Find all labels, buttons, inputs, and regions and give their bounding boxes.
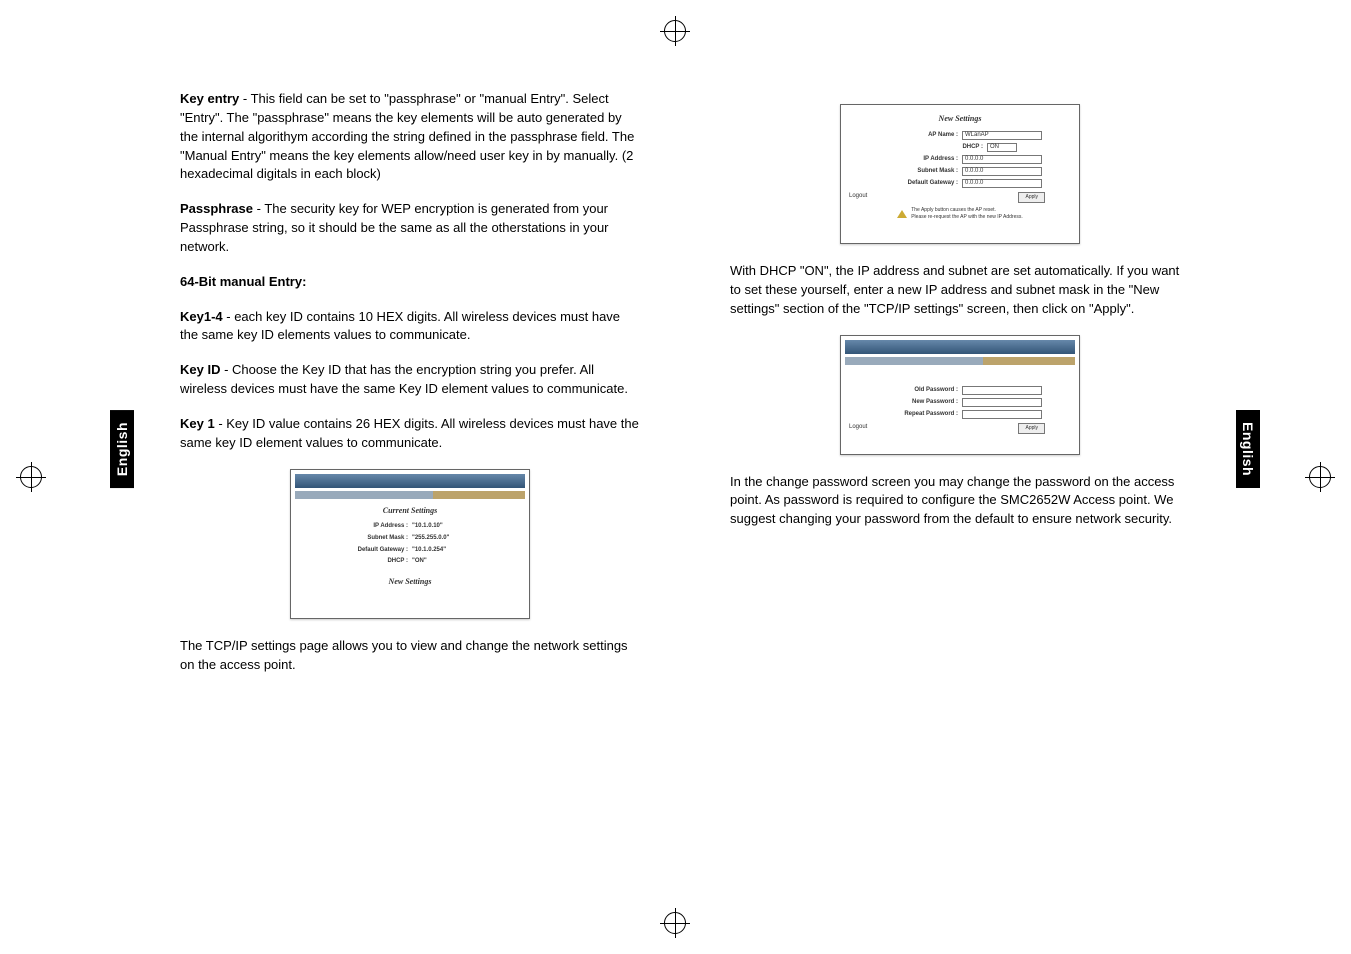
screenshot-change-password: Old Password : New Password : Repeat Pas… — [840, 335, 1080, 455]
warn-line1: The Apply button causes the AP reset. — [911, 207, 1023, 214]
row2-dhcp: DHCP : ON — [845, 143, 1075, 152]
row3-oldpw: Old Password : — [845, 386, 1075, 395]
lbl-apname: AP Name : — [878, 131, 958, 140]
screenshot-new-settings: New Settings AP Name : WLanAP DHCP : ON IP… — [840, 104, 1080, 244]
row-ip: IP Address : "10.1.0.10" — [295, 522, 525, 531]
row3-reppw: Repeat Password : — [845, 410, 1075, 419]
row-gateway: Default Gateway : "10.1.0.254" — [295, 546, 525, 555]
label-key1-4: Key1-4 — [180, 309, 223, 324]
lbl-dhcp: DHCP : — [328, 557, 408, 566]
lbl-oldpw: Old Password : — [878, 386, 958, 395]
text-key-id: - Choose the Key ID that has the encrypt… — [180, 362, 628, 396]
row2-ip: IP Address : 0.0.0.0 — [845, 155, 1075, 164]
apply-button: Apply — [1018, 192, 1045, 203]
val2-gateway: 0.0.0.0 — [962, 179, 1042, 188]
screenshot-heading-new: New Settings — [295, 576, 525, 588]
val2-ip: 0.0.0.0 — [962, 155, 1042, 164]
label-key-entry: Key entry — [180, 91, 239, 106]
lbl2-gateway: Default Gateway : — [878, 179, 958, 188]
val-gateway: "10.1.0.254" — [412, 546, 492, 555]
para-key-id: Key ID - Choose the Key ID that has the … — [180, 361, 640, 399]
language-tab-right: English — [1236, 410, 1260, 488]
para-passphrase: Passphrase - The security key for WEP en… — [180, 200, 640, 257]
val-reppw — [962, 410, 1042, 419]
para-dhcp-on: With DHCP "ON", the IP address and subne… — [730, 262, 1190, 319]
lbl-ip: IP Address : — [328, 522, 408, 531]
row-subnet: Subnet Mask : "255.255.0.0" — [295, 534, 525, 543]
para-key1-4: Key1-4 - each key ID contains 10 HEX dig… — [180, 308, 640, 346]
val2-dhcp: ON — [987, 143, 1017, 152]
screenshot3-tabs — [845, 357, 1075, 365]
lbl-gateway: Default Gateway : — [328, 546, 408, 555]
logout-link-3: Logout — [849, 423, 867, 432]
screenshot-heading-current: Current Settings — [295, 505, 525, 517]
val-ip: "10.1.0.10" — [412, 522, 492, 531]
lbl2-subnet: Subnet Mask : — [878, 167, 958, 176]
row2-apname: AP Name : WLanAP — [845, 131, 1075, 140]
para-tcpip-desc: The TCP/IP settings page allows you to v… — [180, 637, 640, 675]
left-page: English Key entry - This field can be se… — [110, 90, 670, 860]
warning: The Apply button causes the AP reset. Pl… — [845, 207, 1075, 222]
val-apname: WLanAP — [962, 131, 1042, 140]
left-content: Key entry - This field can be set to "pa… — [180, 90, 640, 690]
logout-link: Logout — [849, 192, 867, 201]
lbl-reppw: Repeat Password : — [878, 410, 958, 419]
text-key1-4: - each key ID contains 10 HEX digits. Al… — [180, 309, 620, 343]
right-page: English New Settings AP Name : WLanAP DHC… — [700, 90, 1260, 860]
label-passphrase: Passphrase — [180, 201, 253, 216]
para-key-1: Key 1 - Key ID value contains 26 HEX dig… — [180, 415, 640, 453]
btnrow3: Logout Apply — [845, 423, 1075, 434]
para-change-password: In the change password screen you may ch… — [730, 473, 1190, 530]
lbl2-dhcp: DHCP : — [903, 143, 983, 152]
lbl2-ip: IP Address : — [878, 155, 958, 164]
screenshot2-heading: New Settings — [845, 113, 1075, 125]
val-newpw — [962, 398, 1042, 407]
val-subnet: "255.255.0.0" — [412, 534, 492, 543]
val2-subnet: 0.0.0.0 — [962, 167, 1042, 176]
row3-newpw: New Password : — [845, 398, 1075, 407]
val-dhcp: "ON" — [412, 557, 492, 566]
crop-mark-top — [664, 20, 686, 42]
crop-mark-bottom — [664, 912, 686, 934]
text-key-1: - Key ID value contains 26 HEX digits. A… — [180, 416, 639, 450]
val-oldpw — [962, 386, 1042, 395]
row2-subnet: Subnet Mask : 0.0.0.0 — [845, 167, 1075, 176]
screenshot-tabs — [295, 491, 525, 499]
label-key-1: Key 1 — [180, 416, 215, 431]
heading-64bit: 64-Bit manual Entry: — [180, 273, 640, 292]
language-tab-left: English — [110, 410, 134, 488]
apply-button-3: Apply — [1018, 423, 1045, 434]
screenshot3-banner — [845, 340, 1075, 354]
btnrow-apply: Logout Apply — [845, 192, 1075, 203]
label-key-id: Key ID — [180, 362, 220, 377]
para-key-entry: Key entry - This field can be set to "pa… — [180, 90, 640, 184]
text-key-entry: - This field can be set to "passphrase" … — [180, 91, 634, 181]
right-content: New Settings AP Name : WLanAP DHCP : ON IP… — [730, 90, 1190, 545]
lbl-subnet: Subnet Mask : — [328, 534, 408, 543]
screenshot-tcpip-current: Current Settings IP Address : "10.1.0.10"… — [290, 469, 530, 619]
screenshot-banner — [295, 474, 525, 488]
lbl-newpw: New Password : — [878, 398, 958, 407]
row-dhcp: DHCP : "ON" — [295, 557, 525, 566]
warn-line2: Please re-request the AP with the new IP… — [911, 214, 1023, 221]
crop-mark-right — [1309, 466, 1331, 488]
crop-mark-left — [20, 466, 42, 488]
row2-gateway: Default Gateway : 0.0.0.0 — [845, 179, 1075, 188]
warning-icon — [897, 210, 907, 218]
